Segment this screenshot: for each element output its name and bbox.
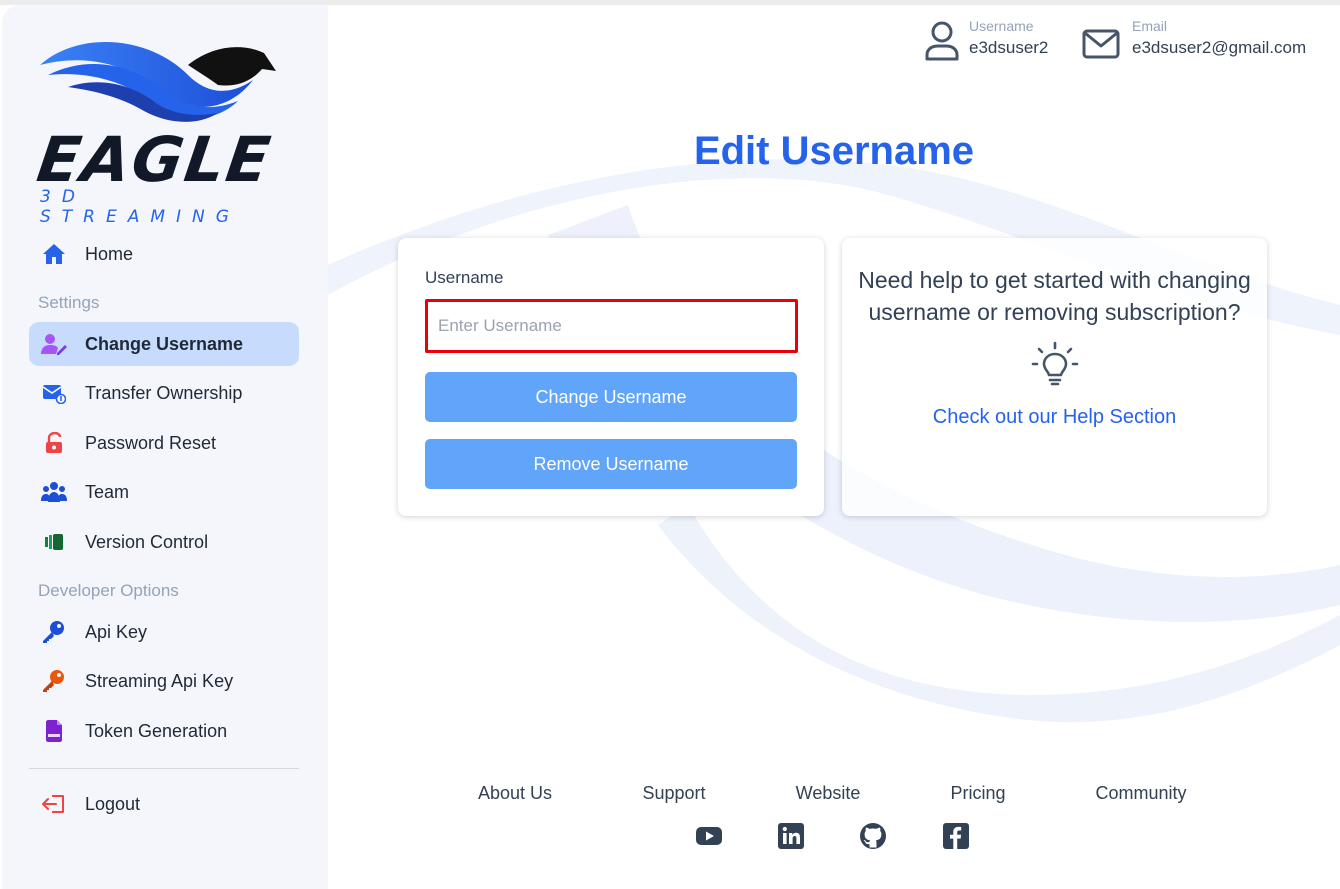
sidebar-item-logout[interactable]: Logout [29, 782, 299, 826]
sidebar-item-team[interactable]: Team [29, 470, 299, 514]
brand-tagline: 3D STREAMING [40, 187, 240, 227]
key-icon [41, 619, 67, 645]
username-input[interactable] [425, 299, 798, 353]
key-icon [41, 668, 67, 694]
username-field-label: Username [425, 268, 504, 287]
footer-link-about-us[interactable]: About Us [478, 783, 552, 804]
brand-name: EAGLE [32, 123, 277, 196]
logout-icon [41, 791, 67, 817]
help-text: Need help to get started with changing u… [858, 267, 1251, 325]
main-content: Username e3dsuser2 Email e3dsuser2@gmail… [328, 5, 1340, 889]
app-window: EAGLE 3D STREAMING Home Settings Change … [0, 5, 1340, 889]
sidebar-item-label: Api Key [85, 621, 148, 642]
help-section-link[interactable]: Check out our Help Section [842, 406, 1267, 429]
eagle-wing-icon [40, 42, 276, 122]
youtube-icon[interactable] [696, 823, 722, 849]
linkedin-icon[interactable] [778, 823, 804, 849]
sidebar-item-streaming-api-key[interactable]: Streaming Api Key [29, 659, 299, 703]
unlock-icon [41, 430, 67, 456]
sidebar: EAGLE 3D STREAMING Home Settings Change … [2, 5, 328, 889]
sidebar-item-home[interactable]: Home [29, 232, 299, 276]
team-icon [41, 479, 67, 505]
lightbulb-icon [1031, 341, 1079, 386]
sidebar-item-label: Logout [85, 793, 141, 814]
sidebar-item-label: Team [85, 481, 130, 502]
footer-link-pricing[interactable]: Pricing [950, 783, 1005, 804]
header-email: Email e3dsuser2@gmail.com [1082, 18, 1307, 61]
mail-transfer-icon [41, 380, 67, 406]
brand-logo[interactable]: EAGLE 3D STREAMING [33, 35, 278, 227]
github-icon[interactable] [860, 823, 886, 849]
sidebar-divider [29, 768, 299, 769]
sidebar-item-transfer-ownership[interactable]: Transfer Ownership [29, 371, 299, 415]
email-value: e3dsuser2@gmail.com [1132, 38, 1307, 57]
json-file-icon [41, 718, 67, 744]
home-icon [41, 241, 67, 267]
username-label: Username [969, 18, 1034, 34]
sidebar-item-password-reset[interactable]: Password Reset [29, 421, 299, 465]
facebook-icon[interactable] [943, 823, 969, 849]
user-icon [925, 21, 959, 61]
username-value: e3dsuser2 [969, 38, 1049, 57]
sidebar-item-label: Change Username [85, 333, 244, 354]
settings-section-label: Settings [38, 293, 100, 312]
version-icon [41, 529, 67, 555]
header-username: Username e3dsuser2 [924, 18, 1049, 61]
help-card: Need help to get started with changing u… [842, 238, 1267, 516]
sidebar-item-label: Token Generation [85, 720, 228, 741]
developer-section-label: Developer Options [38, 581, 179, 600]
email-label: Email [1132, 18, 1168, 34]
sidebar-item-label: Password Reset [85, 432, 217, 453]
footer-link-community[interactable]: Community [1095, 783, 1186, 804]
sidebar-item-label: Streaming Api Key [85, 670, 234, 691]
sidebar-item-label: Version Control [85, 531, 209, 552]
sidebar-item-label: Transfer Ownership [85, 382, 243, 403]
sidebar-item-version-control[interactable]: Version Control [29, 520, 299, 564]
page-title: Edit Username [693, 129, 975, 173]
sidebar-item-token-generation[interactable]: Token Generation [29, 709, 299, 753]
change-username-button[interactable]: Change Username [425, 372, 797, 422]
sidebar-item-label: Home [85, 243, 134, 264]
user-edit-icon [41, 331, 67, 357]
username-form-card: Username Change Username Remove Username [398, 238, 824, 516]
remove-username-button[interactable]: Remove Username [425, 439, 797, 489]
footer-link-website[interactable]: Website [796, 783, 861, 804]
sidebar-item-api-key[interactable]: Api Key [29, 610, 299, 654]
footer-link-support[interactable]: Support [642, 783, 705, 804]
mail-icon [1082, 29, 1120, 59]
sidebar-item-change-username[interactable]: Change Username [29, 322, 299, 366]
